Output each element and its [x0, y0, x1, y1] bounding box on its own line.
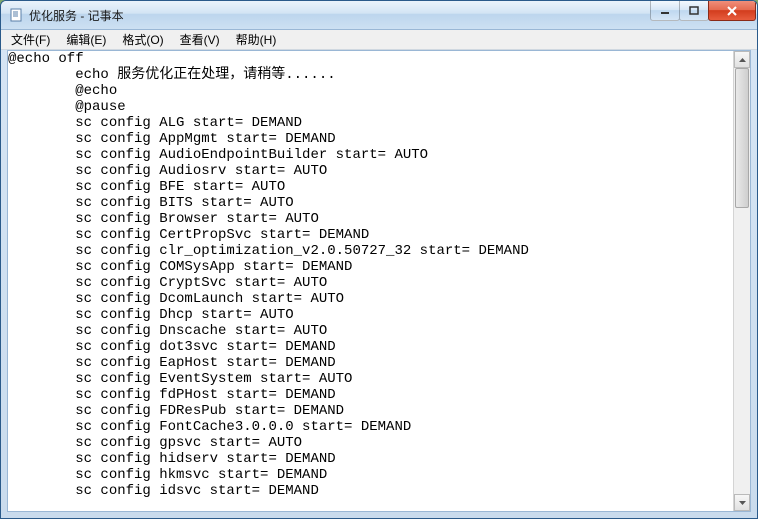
- close-button[interactable]: [708, 1, 756, 21]
- menu-view[interactable]: 查看(V): [172, 30, 228, 49]
- content-area: @echo off echo 服务优化正在处理，请稍等...... @echo …: [7, 50, 751, 512]
- vertical-scrollbar[interactable]: [733, 51, 750, 511]
- menu-edit[interactable]: 编辑(E): [58, 30, 114, 49]
- scroll-up-button[interactable]: [734, 51, 750, 68]
- app-icon: [9, 7, 25, 23]
- notepad-window: 优化服务 - 记事本 文件(F) 编辑(E) 格式(O) 查看(V) 帮助(H)…: [0, 0, 758, 519]
- text-editor[interactable]: @echo off echo 服务优化正在处理，请稍等...... @echo …: [8, 51, 733, 511]
- scroll-down-button[interactable]: [734, 494, 750, 511]
- menu-help[interactable]: 帮助(H): [228, 30, 285, 49]
- menu-format[interactable]: 格式(O): [114, 30, 171, 49]
- titlebar[interactable]: 优化服务 - 记事本: [1, 1, 757, 30]
- menu-file[interactable]: 文件(F): [3, 30, 58, 49]
- menubar: 文件(F) 编辑(E) 格式(O) 查看(V) 帮助(H): [1, 30, 757, 50]
- minimize-button[interactable]: [650, 1, 680, 21]
- window-controls: [651, 1, 756, 29]
- maximize-button[interactable]: [679, 1, 709, 21]
- scroll-thumb[interactable]: [735, 68, 749, 208]
- window-title: 优化服务 - 记事本: [29, 7, 651, 24]
- scroll-track[interactable]: [734, 68, 750, 494]
